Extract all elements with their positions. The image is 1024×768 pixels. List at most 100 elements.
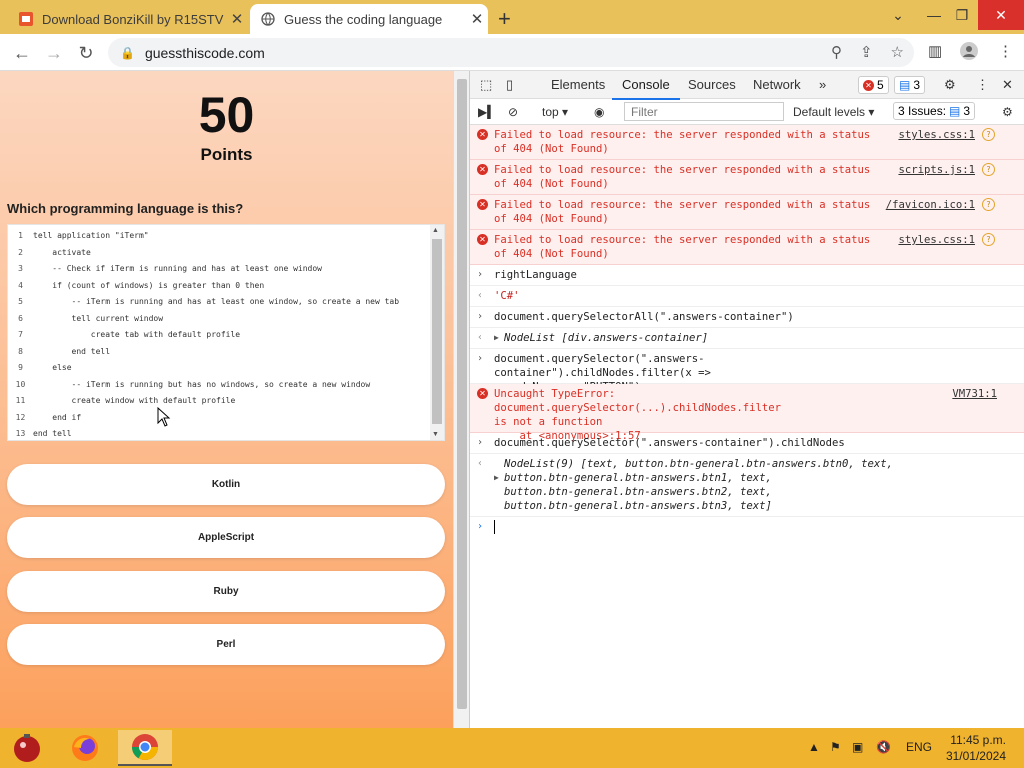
- lightbulb-insight-icon[interactable]: ?: [982, 198, 995, 211]
- code-line: 4 if (count of windows) is greater than …: [8, 278, 428, 295]
- chrome-icon[interactable]: [118, 730, 172, 766]
- log-levels-dropdown[interactable]: Default levels ▾: [793, 105, 874, 119]
- lightbulb-insight-icon[interactable]: ?: [982, 128, 995, 141]
- line-number: 4: [18, 280, 23, 290]
- code-text: -- Check if iTerm is running and has at …: [33, 264, 322, 273]
- console-message[interactable]: NodeList [div.answers-container]: [504, 331, 894, 345]
- answer-button-ruby[interactable]: Ruby: [7, 571, 445, 612]
- points-label: Points: [200, 145, 253, 164]
- new-tab-icon[interactable]: +: [498, 6, 511, 32]
- tab-guess-language[interactable]: Guess the coding language ✕: [250, 4, 488, 34]
- source-link[interactable]: styles.css:1: [898, 128, 975, 142]
- clear-console-icon[interactable]: ⊘: [508, 105, 518, 119]
- code-text: activate: [33, 247, 91, 257]
- side-panel-icon[interactable]: ▥: [928, 42, 942, 60]
- close-tab-icon[interactable]: ✕: [466, 10, 488, 28]
- answer-button-applescript[interactable]: AppleScript: [7, 517, 445, 558]
- sidebar-toggle-icon[interactable]: ▶▍: [478, 105, 496, 119]
- scroll-down-arrow-icon[interactable]: ▼: [432, 431, 439, 438]
- tab-bonzikill[interactable]: Download BonziKill by R15STV - ✕: [8, 4, 248, 34]
- error-icon: ✕: [477, 163, 488, 177]
- start-ornament-icon[interactable]: [0, 730, 54, 766]
- console-error-row: ✕ Failed to load resource: the server res…: [470, 195, 1024, 230]
- console-message[interactable]: NodeList(9) [text, button.btn-general.bt…: [504, 457, 894, 513]
- scroll-up-arrow-icon[interactable]: ▲: [432, 227, 439, 234]
- browser-tab-strip: Download BonziKill by R15STV - ✕ Guess t…: [0, 0, 1024, 34]
- close-tab-icon[interactable]: ✕: [226, 10, 248, 28]
- reload-icon[interactable]: ↻: [74, 41, 98, 65]
- address-bar: ← → ↻ 🔒 guessthiscode.com ⚲ ⇪ ☆ ▥ ⋮: [0, 34, 1024, 71]
- console-prompt[interactable]: ›: [470, 517, 1024, 537]
- devtools-menu-icon[interactable]: ⋮: [976, 77, 989, 93]
- answer-button-perl[interactable]: Perl: [7, 624, 445, 665]
- firefox-icon[interactable]: [58, 730, 112, 766]
- zoom-icon[interactable]: ⚲: [831, 43, 842, 61]
- source-link[interactable]: /favicon.ico:1: [886, 198, 975, 212]
- tab-network[interactable]: Network: [753, 77, 801, 92]
- menu-kebab-icon[interactable]: ⋮: [998, 42, 1013, 60]
- answer-button-kotlin[interactable]: Kotlin: [7, 464, 445, 505]
- clock[interactable]: 11:45 p.m. 31/01/2024: [946, 732, 1006, 764]
- live-expression-eye-icon[interactable]: ◉: [594, 105, 604, 119]
- flag-icon[interactable]: ⚑: [830, 740, 841, 754]
- code-scroll-thumb[interactable]: [432, 239, 442, 424]
- source-link[interactable]: VM731:1: [952, 387, 997, 401]
- tab-title: Guess the coding language: [284, 11, 443, 27]
- settings-gear-icon[interactable]: ⚙: [944, 77, 956, 93]
- output-chevron-icon: ‹: [477, 458, 484, 469]
- console-input-row: › rightLanguage: [470, 265, 1024, 286]
- expand-triangle-icon[interactable]: ▶: [494, 331, 499, 345]
- tab-elements[interactable]: Elements: [551, 77, 605, 92]
- lightbulb-insight-icon[interactable]: ?: [982, 233, 995, 246]
- clock-date: 31/01/2024: [945, 749, 1006, 763]
- share-icon[interactable]: ⇪: [860, 43, 873, 61]
- close-window-icon[interactable]: ✕: [978, 0, 1024, 30]
- lightbulb-insight-icon[interactable]: ?: [982, 163, 995, 176]
- source-link[interactable]: styles.css:1: [898, 233, 975, 247]
- device-toolbar-icon[interactable]: ▯: [506, 77, 513, 93]
- console-message: 'C#': [494, 290, 520, 302]
- source-link[interactable]: scripts.js:1: [898, 163, 975, 177]
- inspect-element-icon[interactable]: ⬚: [480, 77, 492, 93]
- volume-muted-icon[interactable]: 🔇: [876, 740, 891, 754]
- code-scrollbar[interactable]: ▲ ▼: [430, 225, 444, 440]
- code-text: create window with default profile: [33, 396, 236, 405]
- page-scroll-thumb[interactable]: [457, 79, 467, 709]
- network-icon[interactable]: ▣: [852, 740, 863, 754]
- code-line: 3 -- Check if iTerm is running and has a…: [8, 261, 428, 278]
- line-number: 7: [18, 330, 23, 339]
- url-bar[interactable]: 🔒 guessthiscode.com ⚲ ⇪ ☆: [108, 38, 914, 67]
- console-message: document.querySelector(".answers-contain…: [494, 437, 845, 449]
- line-number: 5: [18, 297, 23, 306]
- output-chevron-icon: ‹: [477, 332, 484, 343]
- code-text: create tab with default profile: [33, 330, 241, 339]
- close-devtools-icon[interactable]: ✕: [1002, 77, 1013, 93]
- tray-up-arrow-icon[interactable]: ▲: [808, 740, 820, 754]
- console-filter-input[interactable]: Filter: [624, 102, 784, 121]
- clock-time: 11:45 p.m.: [950, 733, 1006, 747]
- tab-sources[interactable]: Sources: [688, 77, 736, 92]
- code-text: end if: [33, 412, 82, 422]
- input-chevron-icon: ›: [477, 269, 484, 280]
- bookmark-star-icon[interactable]: ☆: [891, 43, 904, 61]
- message-count-badge[interactable]: ▤ 3: [894, 76, 926, 94]
- back-icon[interactable]: ←: [10, 41, 34, 65]
- devtools-panel: ⬚ ▯ Elements Console Sources Network » ✕…: [469, 71, 1024, 728]
- page-scrollbar[interactable]: [453, 71, 469, 728]
- restore-icon[interactable]: ❐: [944, 0, 980, 30]
- tab-search-icon[interactable]: ⌄: [880, 0, 916, 30]
- code-text: end tell: [33, 346, 111, 356]
- tab-console[interactable]: Console: [612, 77, 680, 100]
- context-selector[interactable]: top ▾: [542, 105, 568, 119]
- forward-icon[interactable]: →: [42, 41, 66, 65]
- code-text: else: [33, 363, 72, 372]
- error-count-badge[interactable]: ✕ 5: [858, 76, 889, 94]
- code-text: if (count of windows) is greater than 0 …: [33, 280, 265, 290]
- more-tabs-icon[interactable]: »: [819, 77, 826, 92]
- language-indicator[interactable]: ENG: [906, 740, 932, 754]
- console-settings-gear-icon[interactable]: ⚙: [1002, 105, 1013, 119]
- expand-triangle-icon[interactable]: ▶: [494, 471, 499, 485]
- issues-badge[interactable]: 3 Issues: ▤ 3: [893, 102, 976, 120]
- profile-avatar-icon[interactable]: [960, 42, 978, 64]
- input-chevron-icon: ›: [477, 437, 484, 448]
